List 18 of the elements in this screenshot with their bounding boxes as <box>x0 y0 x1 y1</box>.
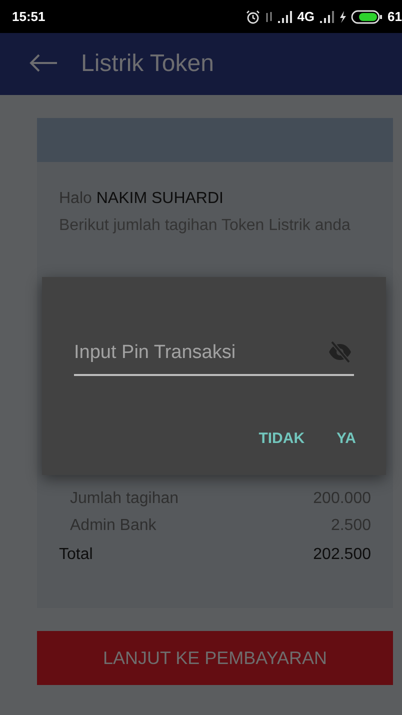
cancel-button[interactable]: TIDAK <box>248 422 315 455</box>
alarm-icon <box>246 10 260 24</box>
screen-title: Listrik Token <box>81 50 214 78</box>
clock-time: 15:51 <box>12 9 46 24</box>
back-arrow-icon <box>28 52 58 72</box>
battery-icon <box>350 10 383 24</box>
charging-icon <box>338 10 346 22</box>
network-type: 4G <box>297 9 315 24</box>
data-transfer-icon <box>265 10 274 22</box>
battery-percent: 61 <box>388 9 402 24</box>
confirm-button[interactable]: YA <box>326 422 366 455</box>
signal-icon <box>320 10 334 22</box>
signal-icon <box>278 10 292 22</box>
customer-name: NAKIM SUHARDI <box>96 190 224 207</box>
total-label: Total <box>59 546 93 564</box>
pin-input-field[interactable]: Input Pin Transaksi <box>74 342 328 364</box>
pay-button[interactable]: LANJUT KE PEMBAYARAN <box>37 631 393 685</box>
total-amount: 202.500 <box>313 546 371 564</box>
